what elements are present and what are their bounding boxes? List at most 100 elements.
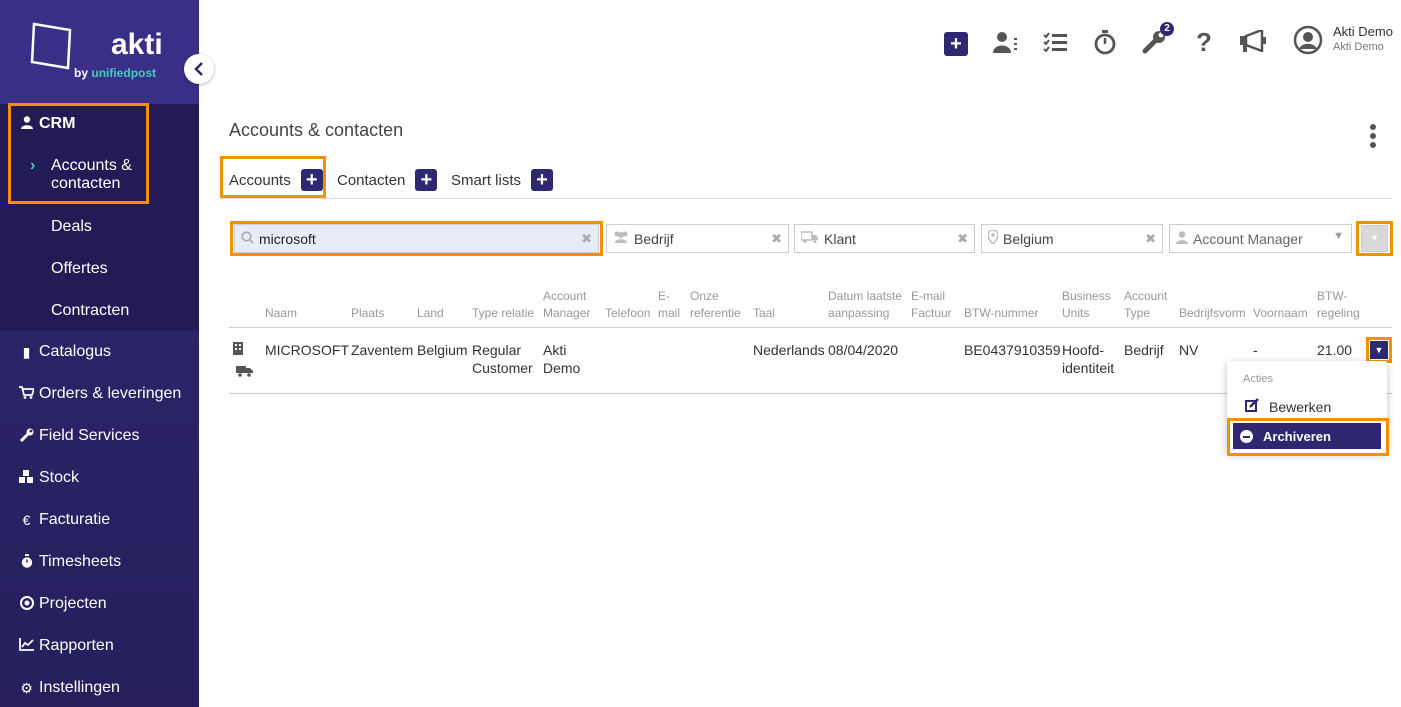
gear-icon: ⚙: [20, 679, 33, 696]
clear-type-filter-icon[interactable]: ✖: [771, 231, 782, 247]
cell-type-relatie: Regular Customer: [472, 341, 533, 377]
col-header-taal[interactable]: Taal: [753, 305, 775, 322]
truck-icon: [800, 231, 819, 246]
crm-highlight-frame: [8, 103, 149, 204]
stopwatch-icon: [18, 553, 35, 571]
header-line: Account: [543, 289, 587, 303]
col-header-account-type[interactable]: Account Type: [1124, 288, 1167, 322]
header-line: mail: [658, 306, 681, 320]
menu-item-bewerken[interactable]: Bewerken: [1245, 398, 1331, 415]
tools-button[interactable]: 2: [1142, 22, 1174, 60]
avatar[interactable]: [1293, 25, 1323, 61]
help-button[interactable]: ?: [1196, 27, 1212, 58]
account-manager-select[interactable]: Account Manager ▼: [1169, 224, 1352, 253]
col-header-plaats[interactable]: Plaats: [351, 305, 384, 322]
col-header-email-factuur[interactable]: E-mail Factuur: [911, 288, 952, 322]
page-title: Accounts & contacten: [229, 120, 404, 140]
sidebar-item-stock[interactable]: Stock: [18, 469, 79, 487]
tabs-divider: [220, 198, 1392, 199]
sidebar-item-facturatie[interactable]: € Facturatie: [18, 511, 111, 529]
akti-logo-icon: [30, 22, 72, 70]
country-filter[interactable]: Belgium ✖: [981, 224, 1163, 253]
sidebar-item-timesheets[interactable]: Timesheets: [18, 553, 121, 571]
timer-button[interactable]: [1094, 29, 1116, 61]
col-header-business-units[interactable]: Business Units: [1062, 288, 1111, 322]
col-header-land[interactable]: Land: [417, 305, 444, 322]
sidebar-item-label: Catalogus: [39, 343, 112, 360]
accounts-tab-highlight-frame: [220, 156, 326, 198]
notification-badge: 2: [1160, 22, 1174, 36]
col-header-bedrijfsvorm[interactable]: Bedrijfsvorm: [1179, 305, 1246, 322]
header-line: Business: [1062, 289, 1111, 303]
checklist-icon: [1043, 32, 1067, 53]
chart-icon: [18, 638, 35, 654]
cubes-icon: [18, 470, 35, 486]
building-icon: [233, 342, 243, 360]
sidebar-item-label: Timesheets: [39, 553, 122, 570]
col-header-telefoon[interactable]: Telefoon: [605, 305, 650, 322]
sidebar-item-catalogus[interactable]: ▮ Catalogus: [18, 343, 111, 361]
header-line: E-mail: [911, 289, 946, 303]
cell-naam[interactable]: MICROSOFT: [265, 341, 349, 359]
header-line: Type: [1124, 306, 1151, 320]
map-marker-icon: [987, 229, 999, 247]
tab-smart-lists[interactable]: Smart lists +: [451, 169, 554, 191]
brand-sub: by unifiedpost: [74, 66, 156, 80]
col-header-btw-nummer[interactable]: BTW-nummer: [964, 305, 1038, 322]
header-line: Onze: [690, 289, 719, 303]
sidebar-item-projecten[interactable]: Projecten: [18, 595, 107, 613]
menu-item-label: Bewerken: [1269, 398, 1332, 415]
tasks-button[interactable]: [1043, 32, 1067, 58]
type-filter[interactable]: Bedrijf ✖: [606, 224, 789, 253]
sidebar-item-label: Field Services: [39, 427, 140, 444]
contacts-list-button[interactable]: [993, 31, 1025, 59]
user-name[interactable]: Akti Demo: [1333, 24, 1393, 39]
relation-filter[interactable]: Klant ✖: [794, 224, 975, 253]
col-header-account-manager[interactable]: Account Manager: [543, 288, 590, 322]
add-smart-list-button[interactable]: +: [531, 169, 554, 191]
cell-account-manager: Akti Demo: [543, 341, 580, 377]
cell-land: Belgium: [417, 342, 468, 358]
col-header-voornaam[interactable]: Voornaam: [1253, 305, 1308, 322]
cell-datum: 08/04/2020: [828, 342, 899, 358]
col-header-email[interactable]: E- mail: [658, 288, 680, 322]
user-circle-icon: [1293, 25, 1323, 55]
header-line: Factuur: [911, 306, 952, 320]
header-line: Manager: [543, 306, 591, 320]
col-header-naam[interactable]: Naam: [265, 305, 297, 322]
cell-voornaam: -: [1253, 342, 1258, 358]
tab-contacten[interactable]: Contacten +: [337, 169, 438, 191]
col-header-btw-regeling[interactable]: BTW- regeling: [1317, 288, 1360, 322]
more-options-button[interactable]: [1370, 124, 1378, 151]
archive-highlight-frame: [1227, 418, 1389, 456]
add-contact-button[interactable]: +: [415, 169, 438, 191]
tab-label: Smart lists: [451, 171, 522, 189]
cell-line: Customer: [472, 360, 533, 376]
stopwatch-icon: [1094, 30, 1116, 55]
header-line: Account: [1124, 289, 1168, 303]
sidebar-item-orders[interactable]: Orders & leveringen: [18, 385, 181, 403]
header-line: Datum laatste: [828, 289, 903, 303]
col-header-type-relatie[interactable]: Type relatie: [472, 305, 534, 322]
sidebar-item-field-services[interactable]: Field Services: [18, 427, 139, 445]
add-button[interactable]: +: [944, 30, 968, 56]
header-line: E-: [658, 289, 670, 303]
table-row-divider: [229, 393, 1392, 394]
edit-icon: [1245, 398, 1259, 415]
sidebar-item-instellingen[interactable]: ⚙ Instellingen: [18, 679, 120, 697]
cell-line: identiteit: [1062, 360, 1115, 376]
collapse-sidebar-button[interactable]: [184, 54, 214, 84]
cell-line: Demo: [543, 360, 581, 376]
col-header-onze-referentie[interactable]: Onze referentie: [690, 288, 741, 322]
sidebar-item-offertes[interactable]: Offertes: [51, 260, 108, 278]
clear-country-filter-icon[interactable]: ✖: [1145, 231, 1156, 247]
sidebar-item-deals[interactable]: Deals: [51, 218, 92, 236]
announcements-button[interactable]: [1240, 28, 1268, 58]
type-filter-value: Bedrijf: [634, 230, 674, 247]
sidebar-item-contracten[interactable]: Contracten: [51, 302, 129, 320]
tab-label: Contacten: [337, 171, 406, 189]
col-header-datum[interactable]: Datum laatste aanpassing: [828, 288, 902, 322]
clear-relation-filter-icon[interactable]: ✖: [957, 231, 968, 247]
users-icon: [613, 231, 629, 246]
sidebar-item-rapporten[interactable]: Rapporten: [18, 637, 114, 655]
